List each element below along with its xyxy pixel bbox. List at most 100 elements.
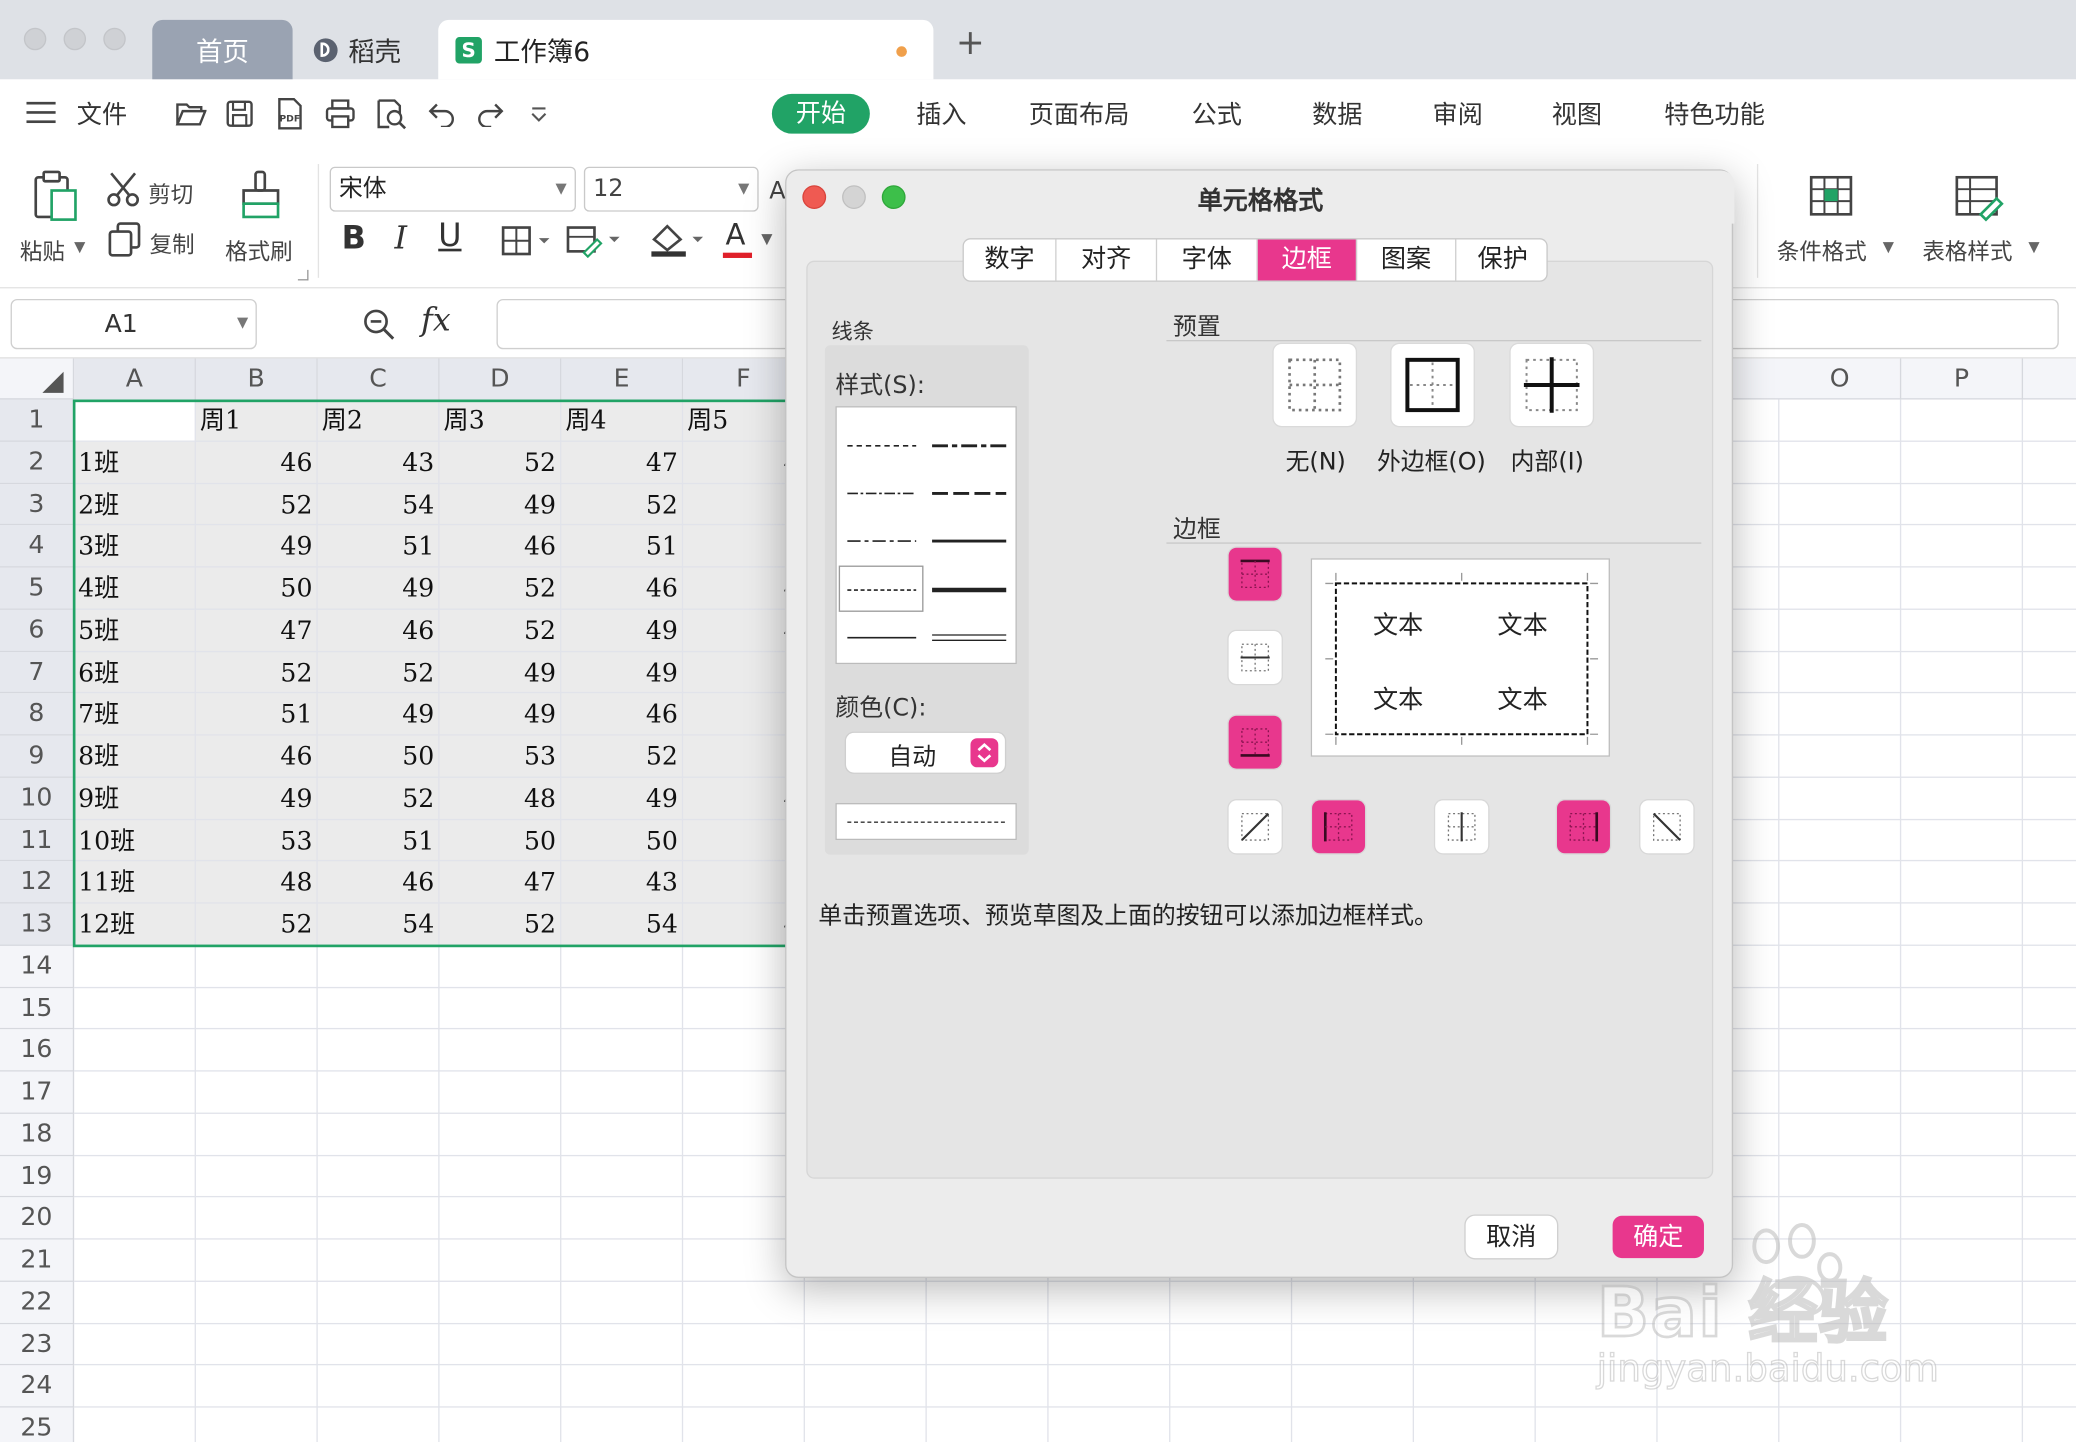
conditional-format-icon [1809,175,1853,216]
border-bottom-button[interactable] [1228,715,1282,769]
menu-file[interactable]: 文件 [77,95,127,135]
underline-button[interactable]: U [438,217,461,254]
hamburger-menu-icon[interactable] [26,101,56,125]
row-header-2[interactable]: 2 [0,441,75,484]
row-header-8[interactable]: 8 [0,693,75,736]
border-right-button[interactable] [1557,800,1610,854]
menu-view[interactable]: 视图 [1552,95,1602,135]
undo-icon[interactable] [426,98,458,130]
menu-start[interactable]: 开始 [771,93,870,134]
format-painter-button[interactable]: 格式刷 [220,169,305,270]
row-header-15[interactable]: 15 [0,987,75,1030]
row-header-21[interactable]: 21 [0,1239,75,1282]
tab-daoke[interactable]: 稻壳 [298,20,436,80]
color-select[interactable]: 自动 [846,732,1005,773]
row-header-22[interactable]: 22 [0,1281,75,1324]
row-header-14[interactable]: 14 [0,945,75,988]
cancel-button[interactable]: 取消 [1465,1215,1558,1259]
line-style-list[interactable] [835,406,1017,665]
name-box[interactable]: A1 ▼ [10,298,257,350]
row-header-25[interactable]: 25 [0,1407,75,1442]
print-icon[interactable] [323,98,357,130]
column-header-e[interactable]: E [561,358,684,400]
menu-page-layout[interactable]: 页面布局 [1029,95,1130,135]
clipboard-icon [34,170,77,221]
row-header-23[interactable]: 23 [0,1323,75,1366]
new-tab-button[interactable]: + [956,24,985,64]
column-header-d[interactable]: D [439,358,562,400]
row-header-6[interactable]: 6 [0,609,75,652]
column-header-p[interactable]: P [1901,358,2024,400]
open-folder-icon[interactable] [173,98,207,130]
conditional-format-button[interactable]: 条件格式 ▼ [1771,175,1898,268]
menu-formula[interactable]: 公式 [1192,95,1242,135]
close-window-button[interactable] [23,27,47,51]
paste-button[interactable]: 粘贴 ▼ [16,169,95,270]
column-header-b[interactable]: B [195,358,318,400]
row-header-20[interactable]: 20 [0,1197,75,1240]
zoom-window-button[interactable] [103,27,126,51]
border-top-button[interactable] [1228,547,1282,601]
font-color-button[interactable]: A ▼ [722,220,775,260]
row-header-7[interactable]: 7 [0,651,75,694]
preset-outline-button[interactable] [1391,343,1474,426]
bold-button[interactable]: B [342,220,366,257]
tab-border[interactable]: 边框 [1257,239,1358,281]
row-header-17[interactable]: 17 [0,1071,75,1114]
row-header-13[interactable]: 13 [0,903,75,946]
tab-home[interactable]: 首页 [152,19,293,80]
copy-icon [108,222,141,257]
save-icon[interactable] [224,98,256,130]
export-pdf-icon[interactable]: PDF [274,98,306,130]
row-header-5[interactable]: 5 [0,567,75,610]
tab-number[interactable]: 数字 [964,239,1057,281]
ok-button[interactable]: 确定 [1612,1215,1704,1259]
column-header-c[interactable]: C [317,358,440,400]
menu-review[interactable]: 审阅 [1433,95,1483,135]
preset-inside-button[interactable] [1510,343,1593,426]
tab-alignment[interactable]: 对齐 [1057,239,1158,281]
redo-icon[interactable] [474,98,506,130]
row-header-9[interactable]: 9 [0,735,75,778]
menu-data[interactable]: 数据 [1312,95,1362,135]
row-header-12[interactable]: 12 [0,861,75,904]
row-header-11[interactable]: 11 [0,819,75,862]
borders-button[interactable] [498,222,556,259]
fill-color-button[interactable] [647,220,708,260]
row-header-18[interactable]: 18 [0,1113,75,1156]
italic-button[interactable]: I [395,220,408,257]
border-inner-horizontal-button[interactable] [1228,631,1282,684]
row-header-19[interactable]: 19 [0,1155,75,1198]
copy-button[interactable]: 复制 [106,221,204,261]
column-header-o[interactable]: O [1779,358,1902,400]
border-left-button[interactable] [1312,800,1366,854]
insert-function-button[interactable]: fx [421,302,451,339]
print-preview-icon[interactable] [373,98,407,130]
merge-cells-button[interactable] [565,222,623,259]
row-header-10[interactable]: 10 [0,777,75,820]
preset-none-button[interactable] [1273,343,1356,426]
border-inner-vertical-button[interactable] [1435,800,1489,854]
menu-insert[interactable]: 插入 [916,95,966,135]
row-header-24[interactable]: 24 [0,1365,75,1408]
tab-protection[interactable]: 保护 [1456,239,1546,280]
row-header-3[interactable]: 3 [0,483,75,526]
tab-font[interactable]: 字体 [1157,239,1258,281]
minimize-window-button[interactable] [63,27,87,51]
tab-pattern[interactable]: 图案 [1357,239,1457,281]
font-size-select[interactable]: 12 ▼ [583,166,759,212]
font-name-select[interactable]: 宋体 ▼ [329,166,576,212]
cut-button[interactable]: 剪切 [106,171,204,211]
column-header-a[interactable]: A [74,358,196,400]
row-header-1[interactable]: 1 [0,399,75,442]
row-header-16[interactable]: 16 [0,1029,75,1072]
zoom-formula-icon[interactable] [359,304,399,344]
menu-special[interactable]: 特色功能 [1664,95,1765,135]
customize-toolbar-icon[interactable] [527,103,551,127]
border-preview[interactable]: 文本 文本 文本 文本 [1310,558,1610,757]
tab-workbook[interactable]: S 工作簿6 [438,19,934,80]
row-header-4[interactable]: 4 [0,525,75,568]
table-style-button[interactable]: 表格样式 ▼ [1920,175,2047,268]
border-diagonal-down-button[interactable] [1640,800,1694,854]
border-diagonal-up-button[interactable] [1228,800,1282,854]
